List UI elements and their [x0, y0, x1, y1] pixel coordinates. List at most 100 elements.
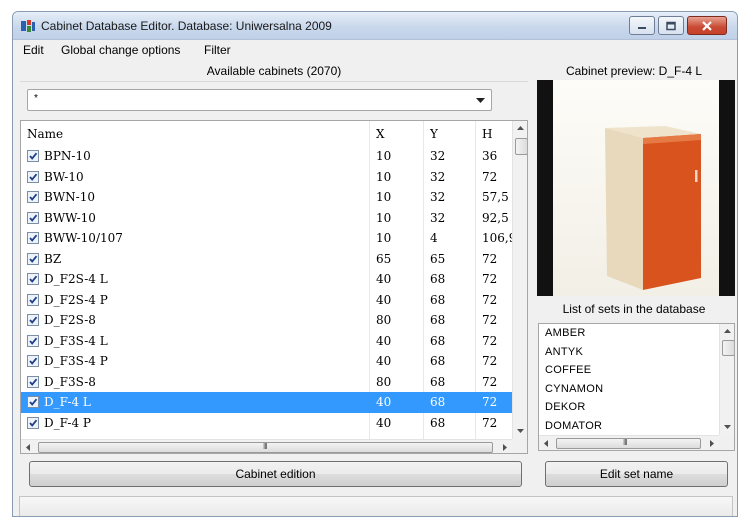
table-row[interactable]: BW-10 10 32 72 — [21, 167, 512, 188]
cell-y: 32 — [430, 149, 446, 163]
table-row[interactable]: BWN-10 10 32 57,5 — [21, 187, 512, 208]
edit-set-name-button[interactable]: Edit set name — [545, 461, 728, 487]
scroll-up-icon[interactable] — [720, 324, 735, 339]
row-checkbox[interactable] — [27, 314, 39, 326]
row-checkbox[interactable] — [27, 191, 39, 203]
column-header-name[interactable]: Name — [27, 127, 63, 141]
list-item[interactable]: ANTYK — [545, 346, 583, 358]
cell-x: 80 — [376, 374, 392, 389]
cell-y: 68 — [430, 354, 446, 368]
row-checkbox[interactable] — [27, 375, 39, 388]
scroll-grip-icon: III — [263, 442, 268, 451]
cabinet-edition-button[interactable]: Cabinet edition — [29, 461, 522, 487]
checkmark-icon — [29, 193, 38, 201]
close-button[interactable] — [687, 16, 727, 35]
window-title: Cabinet Database Editor. Database: Uniwe… — [41, 19, 332, 33]
cell-y: 68 — [430, 313, 446, 327]
vertical-scroll-thumb[interactable] — [722, 340, 734, 356]
checkmark-icon — [29, 378, 38, 386]
table-row[interactable]: D_F3S-4 L 40 68 72 — [21, 331, 512, 352]
row-checkbox[interactable] — [27, 334, 39, 347]
cell-h: 72 — [482, 354, 498, 368]
scroll-up-icon[interactable] — [513, 121, 528, 136]
row-checkbox[interactable] — [27, 150, 39, 162]
table-row[interactable]: BWW-10 10 32 92,5 — [21, 208, 512, 229]
title-bar[interactable]: Cabinet Database Editor. Database: Uniwe… — [13, 12, 737, 40]
dropdown-arrow-icon — [476, 98, 485, 103]
list-item[interactable]: AMBER — [545, 327, 586, 339]
menu-global-change-options[interactable]: Global change options — [61, 43, 180, 57]
cell-h: 72 — [482, 333, 498, 348]
cell-h: 36 — [482, 149, 498, 163]
minimize-button[interactable] — [629, 16, 655, 35]
scroll-right-icon[interactable] — [497, 440, 512, 454]
list-item[interactable]: DOMATOR — [545, 420, 602, 432]
cabinet-filter-dropdown[interactable]: * — [27, 89, 492, 111]
checkmark-icon — [29, 234, 38, 242]
row-checkbox[interactable] — [27, 232, 39, 244]
table-vertical-scrollbar[interactable] — [512, 121, 528, 439]
list-item[interactable]: COFFEE — [545, 364, 591, 376]
minimize-icon — [638, 26, 646, 29]
cell-x: 10 — [376, 190, 392, 204]
table-row[interactable]: BWW-10/107 10 4 106,9 — [21, 228, 516, 249]
cell-name: BWW-10/107 — [44, 231, 123, 245]
cell-name: BW-10 — [44, 169, 84, 184]
scroll-left-icon[interactable] — [21, 440, 36, 454]
maximize-button[interactable] — [658, 16, 684, 35]
cabinet-preview-canvas — [553, 80, 719, 296]
list-item[interactable]: CYNAMON — [545, 383, 603, 395]
list-item[interactable]: DEKOR — [545, 401, 586, 413]
row-checkbox[interactable] — [27, 396, 39, 408]
table-row[interactable]: D_F-4 L 40 68 72 — [21, 392, 512, 413]
menu-edit[interactable]: Edit — [23, 43, 44, 57]
scroll-left-icon[interactable] — [539, 436, 554, 451]
table-row[interactable]: BZ 65 65 72 — [21, 249, 512, 270]
scroll-down-icon[interactable] — [720, 419, 735, 434]
filter-value: * — [34, 93, 38, 104]
cell-y: 68 — [430, 395, 446, 409]
table-row[interactable]: D_F2S-8 80 68 72 — [21, 310, 512, 331]
table-horizontal-scrollbar[interactable]: III — [21, 439, 512, 454]
table-row[interactable]: D_F-4 P 40 68 72 — [21, 413, 512, 434]
status-bar — [19, 496, 733, 516]
cell-y: 4 — [430, 231, 438, 245]
sets-vertical-scrollbar[interactable] — [719, 324, 735, 435]
row-checkbox[interactable] — [27, 170, 39, 183]
table-row[interactable]: D_F3S-4 P 40 68 72 — [21, 351, 512, 372]
cabinets-table: Name X Y H BPN-10 10 32 36 BW-10 10 32 72 BWN-10… — [20, 120, 528, 454]
row-checkbox[interactable] — [27, 355, 39, 367]
horizontal-scroll-thumb[interactable]: III — [38, 442, 493, 453]
row-checkbox[interactable] — [27, 252, 39, 265]
table-row[interactable]: BPN-10 10 32 36 — [21, 146, 512, 167]
vertical-scroll-thumb[interactable] — [515, 138, 527, 155]
cell-x: 10 — [376, 231, 392, 245]
column-header-h[interactable]: H — [482, 127, 492, 141]
cell-name: D_F3S-4 L — [44, 333, 108, 348]
horizontal-scroll-thumb[interactable]: III — [556, 438, 701, 449]
cell-h: 72 — [482, 415, 498, 430]
table-row[interactable]: D_F2S-4 P 40 68 72 — [21, 290, 512, 311]
cell-h: 92,5 — [482, 210, 509, 225]
cabinet-preview-header: Cabinet preview: D_F-4 L — [565, 64, 703, 78]
cell-y: 68 — [430, 415, 446, 430]
row-checkbox[interactable] — [27, 293, 39, 306]
scroll-grip-icon: III — [623, 438, 628, 447]
table-row[interactable]: D_F3S-8 80 68 72 — [21, 372, 512, 393]
row-checkbox[interactable] — [27, 211, 39, 224]
sets-horizontal-scrollbar[interactable]: III — [539, 435, 719, 450]
cell-x: 65 — [376, 251, 392, 266]
row-checkbox[interactable] — [27, 416, 39, 429]
column-header-y[interactable]: Y — [430, 127, 438, 141]
checkmark-icon — [29, 255, 38, 263]
column-header-x[interactable]: X — [376, 127, 385, 141]
cell-x: 10 — [376, 169, 392, 184]
scroll-down-icon[interactable] — [513, 423, 528, 438]
table-row[interactable]: D_F2S-4 L 40 68 72 — [21, 269, 512, 290]
checkmark-icon — [29, 152, 38, 160]
cell-x: 40 — [376, 354, 392, 368]
scroll-right-icon[interactable] — [704, 436, 719, 451]
row-checkbox[interactable] — [27, 273, 39, 285]
menu-filter[interactable]: Filter — [204, 43, 231, 57]
checkmark-icon — [29, 419, 38, 427]
